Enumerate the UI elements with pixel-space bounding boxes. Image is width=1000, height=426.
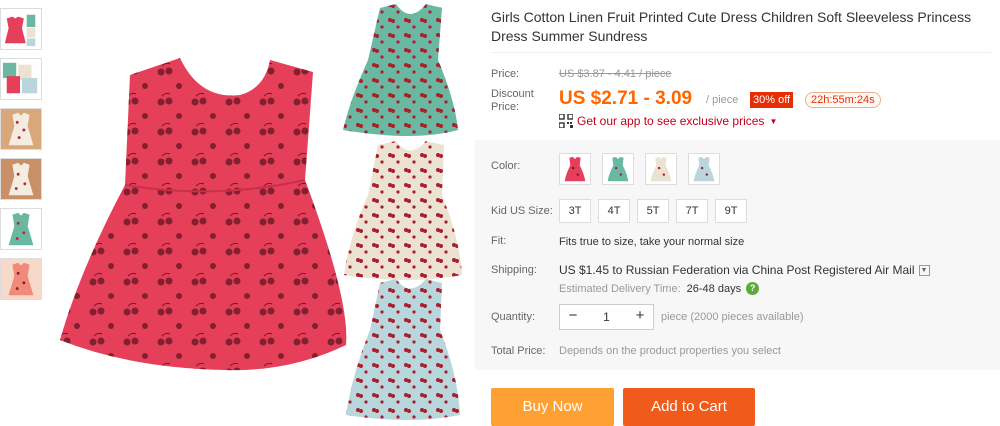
delivery-label: Estimated Delivery Time: bbox=[559, 282, 681, 295]
delivery-estimate: Estimated Delivery Time: 26-48 days ? bbox=[559, 282, 760, 295]
app-promo-text: Get our app to see exclusive prices bbox=[577, 114, 765, 128]
countdown-timer: 22h:55m:24s bbox=[805, 92, 881, 108]
green-dress-small bbox=[343, 4, 458, 136]
size-option-4t[interactable]: 4T bbox=[598, 199, 630, 223]
blue-dress-small bbox=[346, 279, 460, 420]
size-label: Kid US Size: bbox=[491, 205, 553, 217]
quantity-decrease-button[interactable]: − bbox=[560, 305, 586, 329]
delivery-days: 26-48 days bbox=[686, 282, 742, 295]
divider bbox=[491, 52, 991, 53]
size-option-7t[interactable]: 7T bbox=[676, 199, 708, 223]
size-option-9t[interactable]: 9T bbox=[715, 199, 747, 223]
shipping-selector[interactable]: US $1.45 to Russian Federation via China… bbox=[559, 263, 930, 277]
red-dress-large bbox=[60, 58, 347, 371]
price-label: Price: bbox=[491, 68, 520, 80]
thumbnail-strip bbox=[0, 8, 46, 308]
size-option-5t[interactable]: 5T bbox=[637, 199, 669, 223]
total-price-label: Total Price: bbox=[491, 345, 546, 357]
thumbnail-collage[interactable] bbox=[0, 8, 42, 50]
add-to-cart-button[interactable]: Add to Cart bbox=[623, 388, 755, 426]
color-label: Color: bbox=[491, 160, 521, 172]
beige-dress-small bbox=[344, 141, 462, 280]
original-price: US $3.87 - 4.41 / piece bbox=[559, 68, 672, 80]
discount-percent-badge: 30% off bbox=[750, 92, 794, 108]
chevron-down-icon: ▼ bbox=[769, 116, 778, 126]
chevron-down-icon[interactable]: ▼ bbox=[918, 264, 930, 276]
fit-label: Fit: bbox=[491, 235, 507, 247]
price-unit: / piece bbox=[706, 94, 739, 106]
product-title: Girls Cotton Linen Fruit Printed Cute Dr… bbox=[491, 9, 972, 44]
product-info-panel: Girls Cotton Linen Fruit Printed Cute Dr… bbox=[475, 0, 1000, 426]
options-section bbox=[475, 140, 1000, 370]
quantity-input[interactable]: 1 bbox=[586, 310, 627, 324]
quantity-increase-button[interactable]: + bbox=[627, 305, 653, 329]
discount-price: US $2.71 - 3.09 bbox=[559, 88, 693, 109]
quantity-available: piece (2000 pieces available) bbox=[661, 311, 804, 323]
total-price-text: Depends on the product properties you se… bbox=[559, 345, 781, 357]
color-swatch-green[interactable] bbox=[602, 153, 634, 185]
thumbnail-pink-dress[interactable] bbox=[0, 258, 42, 300]
thumbnail-beige-dress[interactable] bbox=[0, 108, 42, 150]
size-option-3t[interactable]: 3T bbox=[559, 199, 591, 223]
color-swatch-blue[interactable] bbox=[688, 153, 720, 185]
thumbnail-beige-dress-2[interactable] bbox=[0, 158, 42, 200]
buy-now-button[interactable]: Buy Now bbox=[491, 388, 614, 426]
shipping-label: Shipping: bbox=[491, 264, 537, 276]
quantity-stepper: − 1 + bbox=[559, 304, 654, 330]
thumbnail-four-colors[interactable] bbox=[0, 58, 42, 100]
main-product-image[interactable] bbox=[50, 0, 474, 426]
shipping-text: US $1.45 to Russian Federation via China… bbox=[559, 263, 915, 277]
discount-price-label: Discount Price: bbox=[491, 88, 534, 113]
color-swatch-beige[interactable] bbox=[645, 153, 677, 185]
fit-text: Fits true to size, take your normal size bbox=[559, 236, 745, 248]
app-promo-link[interactable]: Get our app to see exclusive prices ▼ bbox=[558, 113, 778, 129]
color-swatch-red[interactable] bbox=[559, 153, 591, 185]
help-icon[interactable]: ? bbox=[746, 282, 760, 295]
thumbnail-green-dress[interactable] bbox=[0, 208, 42, 250]
qr-code-icon bbox=[558, 113, 574, 129]
quantity-label: Quantity: bbox=[491, 311, 536, 323]
